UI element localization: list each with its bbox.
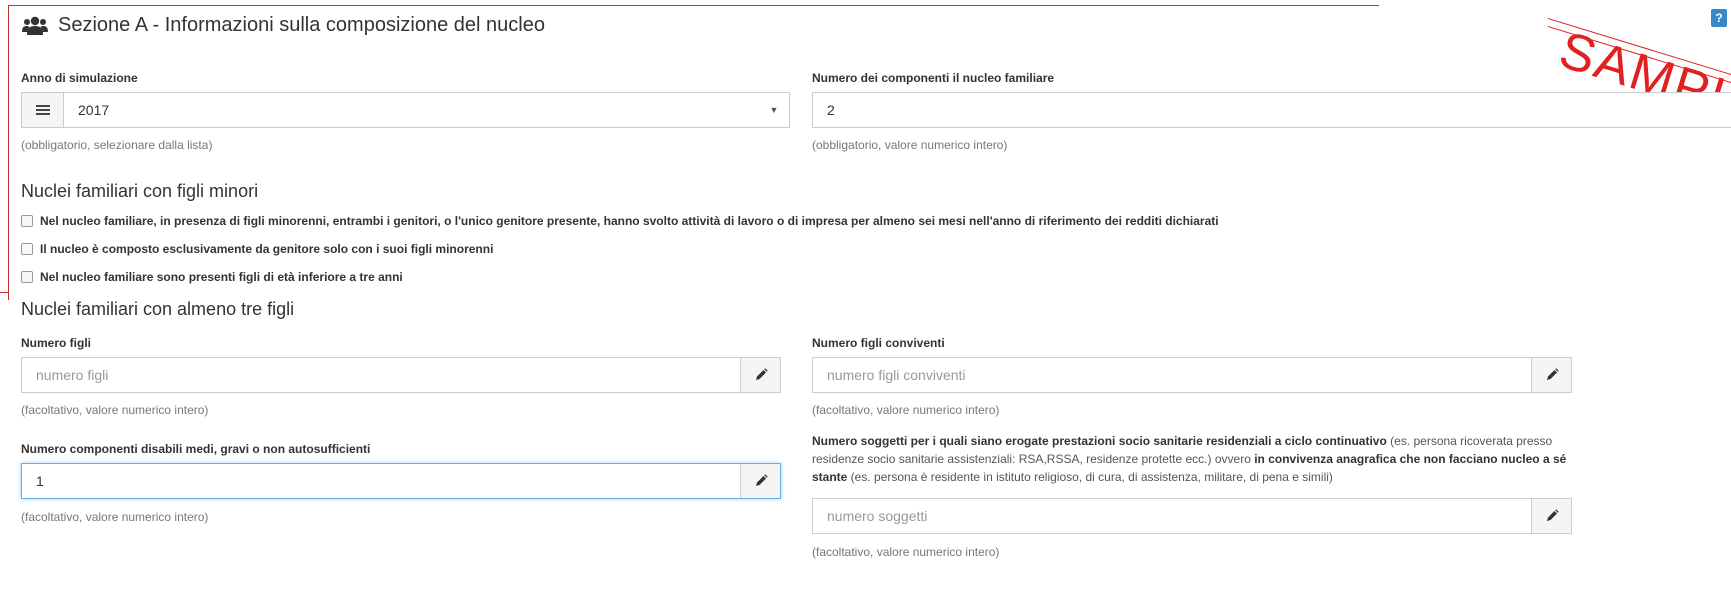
figli-conviventi-label: Numero figli conviventi (812, 336, 945, 350)
panel-side-tick (0, 292, 9, 293)
disabili-edit-button[interactable] (740, 464, 780, 498)
section-header: Sezione A - Informazioni sulla composizi… (22, 14, 545, 37)
watermark-line-top (1548, 18, 1731, 84)
section-figli-minori-title: Nuclei familiari con figli minori (21, 181, 259, 201)
list-icon (35, 105, 50, 115)
panel-border-left (8, 5, 9, 300)
figli-conviventi-help: (facoltativo, valore numerico intero) (812, 403, 1000, 417)
help-button[interactable]: ? (1711, 9, 1727, 27)
numero-figli-placeholder: numero figli (36, 367, 109, 383)
numero-figli-label: Numero figli (21, 336, 92, 350)
anno-label: Anno di simulazione (21, 71, 138, 85)
checkbox-genitore-solo-label: Il nucleo è composto esclusivamente da g… (40, 242, 494, 256)
checkbox-genitore-solo[interactable] (21, 243, 33, 255)
pencil-icon (1546, 509, 1559, 521)
panel-border (8, 5, 1379, 6)
soggetti-label-part1: Numero soggetti per i quali siano erogat… (812, 434, 1387, 448)
checkbox-tre-anni[interactable] (21, 271, 33, 283)
soggetti-help: (facoltativo, valore numerico intero) (812, 545, 1000, 559)
componenti-help: (obbligatorio, valore numerico intero) (812, 138, 1008, 152)
disabili-help: (facoltativo, valore numerico intero) (21, 510, 209, 524)
checkbox-lavoro-label: Nel nucleo familiare, in presenza di fig… (40, 214, 1219, 228)
numero-figli-input[interactable]: numero figli (21, 357, 781, 393)
anno-select[interactable]: 2017 ▼ (21, 92, 790, 128)
disabili-label: Numero componenti disabili medi, gravi o… (21, 442, 371, 456)
figli-conviventi-input[interactable]: numero figli conviventi (812, 357, 1572, 393)
soggetti-edit-button[interactable] (1531, 499, 1571, 533)
checkbox-tre-anni-label: Nel nucleo familiare sono presenti figli… (40, 270, 403, 284)
checkbox-row-tre-anni[interactable]: Nel nucleo familiare sono presenti figli… (21, 270, 403, 284)
list-addon (22, 93, 64, 127)
pencil-icon (755, 474, 768, 486)
componenti-value: 2 (827, 102, 835, 118)
users-icon (22, 16, 48, 35)
checkbox-lavoro[interactable] (21, 215, 33, 227)
disabili-input[interactable]: 1 (21, 463, 781, 499)
checkbox-row-genitore-solo[interactable]: Il nucleo è composto esclusivamente da g… (21, 242, 493, 256)
figli-conviventi-edit-button[interactable] (1531, 358, 1571, 392)
anno-help: (obbligatorio, selezionare dalla lista) (21, 138, 213, 152)
componenti-input[interactable]: 2 (812, 92, 1731, 128)
checkbox-row-lavoro[interactable]: Nel nucleo familiare, in presenza di fig… (21, 214, 1219, 228)
soggetti-placeholder: numero soggetti (827, 508, 928, 524)
pencil-icon (1546, 368, 1559, 380)
pencil-icon (755, 368, 768, 380)
disabili-value: 1 (36, 473, 44, 489)
anno-value: 2017 (78, 102, 110, 118)
page-title: Sezione A - Informazioni sulla composizi… (58, 14, 545, 36)
soggetti-label-part4: (es. persona è residente in istituto rel… (847, 470, 1333, 484)
numero-figli-help: (facoltativo, valore numerico intero) (21, 403, 209, 417)
numero-figli-edit-button[interactable] (740, 358, 780, 392)
section-tre-figli-title: Nuclei familiari con almeno tre figli (21, 299, 295, 319)
watermark-line-top-2 (1548, 26, 1731, 92)
soggetti-input[interactable]: numero soggetti (812, 498, 1572, 534)
figli-conviventi-placeholder: numero figli conviventi (827, 367, 966, 383)
soggetti-label: Numero soggetti per i quali siano erogat… (812, 432, 1572, 486)
componenti-label: Numero dei componenti il nucleo familiar… (812, 71, 1055, 85)
chevron-down-icon: ▼ (769, 105, 779, 115)
